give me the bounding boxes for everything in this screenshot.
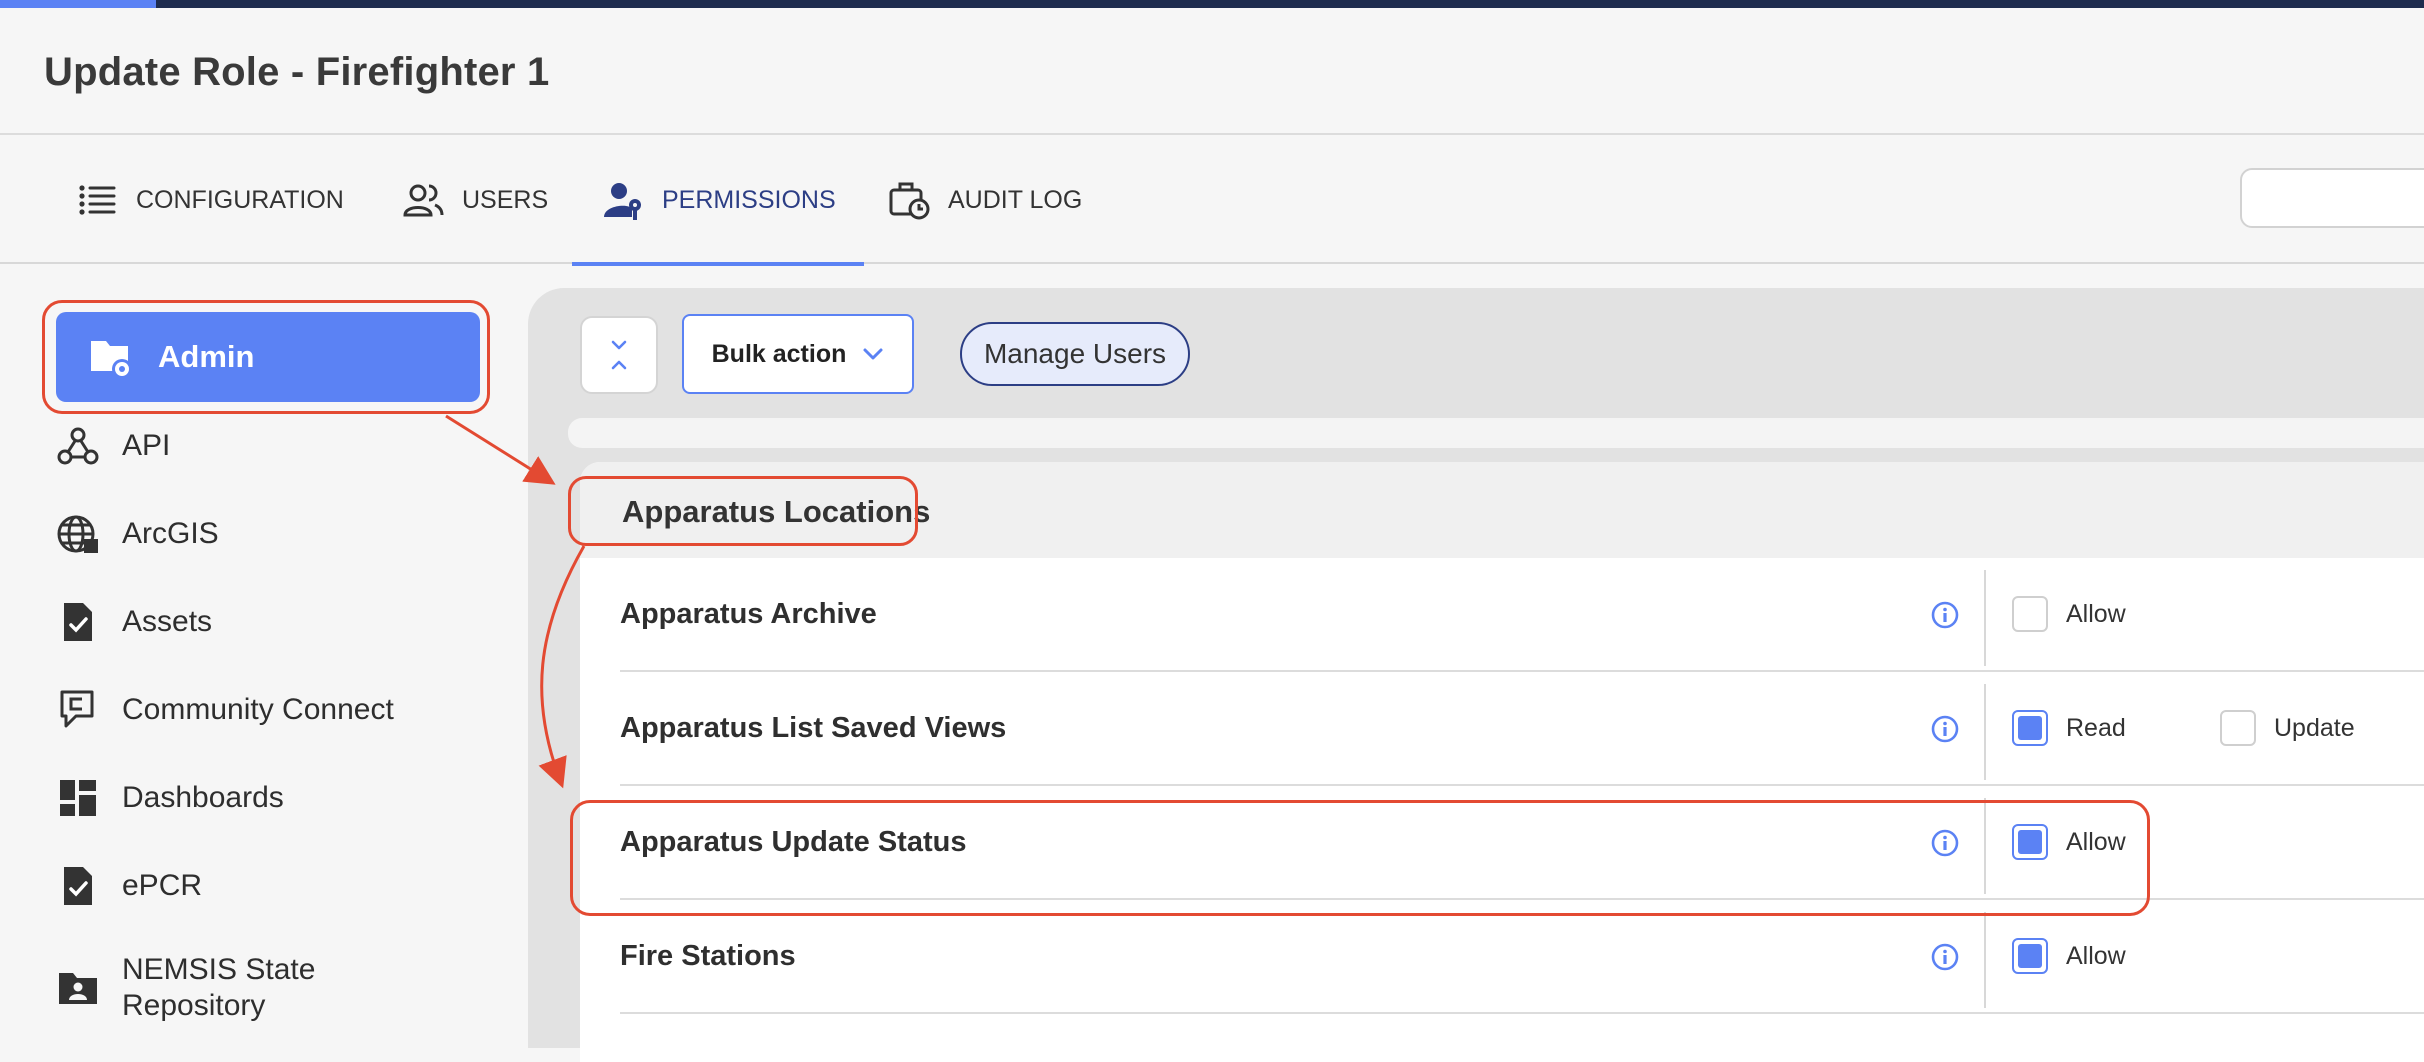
checkbox-label: Allow bbox=[2066, 599, 2126, 628]
permission-row: Fire Stations Allow bbox=[620, 900, 2424, 1014]
tab-configuration[interactable]: CONFIGURATION bbox=[76, 136, 344, 264]
tab-permissions-label: PERMISSIONS bbox=[662, 185, 836, 214]
sidebar-item-label: API bbox=[122, 429, 171, 462]
row-divider bbox=[1984, 684, 1986, 780]
info-icon[interactable] bbox=[1930, 600, 1960, 630]
active-tab-indicator bbox=[572, 262, 864, 266]
section-title: Apparatus Locations bbox=[622, 494, 931, 529]
collapse-all-button[interactable] bbox=[580, 316, 658, 394]
folder-person-icon bbox=[59, 973, 97, 1004]
tab-bar: CONFIGURATION USERS PERMISSIONS AUDIT LO… bbox=[0, 136, 2424, 266]
checkbox-label: Read bbox=[2066, 713, 2126, 742]
sidebar-item-label: ArcGIS bbox=[122, 517, 219, 550]
page-title: Update Role - Firefighter 1 bbox=[44, 50, 550, 94]
top-accent-highlight bbox=[0, 0, 156, 8]
previous-section-edge bbox=[568, 418, 2424, 448]
community-connect-icon bbox=[60, 690, 94, 728]
list-icon bbox=[79, 185, 116, 215]
permission-row: Apparatus Update Status Allow bbox=[620, 786, 2424, 900]
allow-checkbox[interactable]: Allow bbox=[2012, 596, 2126, 632]
sidebar: Admin API ArcGIS Assets Community Connec… bbox=[0, 266, 520, 1032]
permission-row: Apparatus List Saved Views Read Update bbox=[620, 672, 2424, 786]
permission-name: Fire Stations bbox=[620, 939, 796, 972]
checkbox-checked[interactable] bbox=[2012, 824, 2048, 860]
sidebar-item-label: Community Connect bbox=[122, 693, 394, 726]
tab-audit-log-label: AUDIT LOG bbox=[948, 185, 1083, 214]
globe-grid-icon bbox=[57, 515, 98, 553]
folder-gear-icon bbox=[91, 341, 132, 379]
search-input[interactable] bbox=[2240, 168, 2424, 228]
sidebar-item-label: Admin bbox=[158, 339, 255, 374]
permissions-panel: Bulk action Manage Users Apparatus Locat… bbox=[528, 288, 2424, 1062]
read-checkbox[interactable]: Read bbox=[2012, 710, 2126, 746]
info-icon[interactable] bbox=[1930, 942, 1960, 972]
tab-configuration-label: CONFIGURATION bbox=[136, 185, 344, 214]
sidebar-item-label: NEMSIS State Repository bbox=[122, 952, 315, 1024]
dashboard-grid-icon bbox=[60, 780, 96, 816]
sidebar-item-epcr[interactable]: ePCR bbox=[56, 864, 476, 908]
webhook-icon bbox=[57, 427, 99, 465]
permission-name: Apparatus Archive bbox=[620, 597, 877, 630]
row-divider bbox=[1984, 912, 1986, 1008]
sidebar-item-label: Dashboards bbox=[122, 781, 284, 814]
row-divider bbox=[1984, 798, 1986, 894]
tab-permissions[interactable]: PERMISSIONS bbox=[572, 136, 864, 266]
allow-checkbox[interactable]: Allow bbox=[2012, 938, 2126, 974]
permission-name: Apparatus Update Status bbox=[620, 825, 967, 858]
checkbox-checked[interactable] bbox=[2012, 710, 2048, 746]
sidebar-item-api[interactable]: API bbox=[56, 424, 476, 468]
sidebar-item-label-line2: Repository bbox=[122, 989, 266, 1022]
sidebar-item-nemsis[interactable]: NEMSIS State Repository bbox=[56, 952, 476, 1024]
info-icon[interactable] bbox=[1930, 714, 1960, 744]
checkbox-checked[interactable] bbox=[2012, 938, 2048, 974]
row-divider bbox=[1984, 570, 1986, 666]
permission-name: Apparatus List Saved Views bbox=[620, 711, 1007, 744]
allow-checkbox[interactable]: Allow bbox=[2012, 824, 2126, 860]
sidebar-item-dashboards[interactable]: Dashboards bbox=[56, 776, 476, 820]
manage-users-button[interactable]: Manage Users bbox=[960, 322, 1190, 386]
info-icon[interactable] bbox=[1930, 828, 1960, 858]
checkbox-label: Allow bbox=[2066, 827, 2126, 856]
briefcase-clock-icon bbox=[889, 182, 930, 220]
user-key-icon bbox=[604, 183, 641, 220]
tab-users[interactable]: USERS bbox=[402, 136, 548, 264]
sidebar-item-community-connect[interactable]: Community Connect bbox=[56, 688, 476, 732]
checkbox-label: Allow bbox=[2066, 941, 2126, 970]
file-check-icon bbox=[64, 867, 92, 905]
sidebar-item-admin[interactable]: Admin bbox=[56, 312, 480, 402]
sidebar-item-label: ePCR bbox=[122, 869, 203, 902]
section-header[interactable]: Apparatus Locations bbox=[580, 462, 2424, 558]
permission-section-card: Apparatus Locations Apparatus Archive Al… bbox=[580, 462, 2424, 1062]
sidebar-item-arcgis[interactable]: ArcGIS bbox=[56, 512, 476, 556]
sidebar-item-label: Assets bbox=[122, 605, 213, 638]
collapse-chevrons-icon bbox=[611, 340, 627, 370]
page-header: Update Role - Firefighter 1 bbox=[0, 8, 2424, 135]
manage-users-label: Manage Users bbox=[983, 338, 1167, 369]
tab-users-label: USERS bbox=[462, 185, 549, 214]
file-check-icon bbox=[64, 603, 92, 641]
bulk-action-label: Bulk action bbox=[711, 339, 847, 368]
top-accent-bar bbox=[0, 0, 2424, 8]
tab-audit-log[interactable]: AUDIT LOG bbox=[888, 136, 1082, 264]
update-checkbox[interactable]: Update bbox=[2220, 710, 2355, 746]
sidebar-item-label-line1: NEMSIS State bbox=[122, 953, 316, 986]
chevron-down-icon bbox=[863, 348, 883, 360]
checkbox-unchecked[interactable] bbox=[2220, 710, 2256, 746]
checkbox-unchecked[interactable] bbox=[2012, 596, 2048, 632]
sidebar-item-assets[interactable]: Assets bbox=[56, 600, 476, 644]
bulk-action-button[interactable]: Bulk action bbox=[682, 314, 914, 394]
users-icon bbox=[403, 184, 444, 217]
checkbox-label: Update bbox=[2274, 713, 2355, 742]
permission-row: Apparatus Archive Allow bbox=[620, 558, 2424, 672]
permissions-toolbar: Bulk action Manage Users bbox=[552, 288, 2424, 418]
